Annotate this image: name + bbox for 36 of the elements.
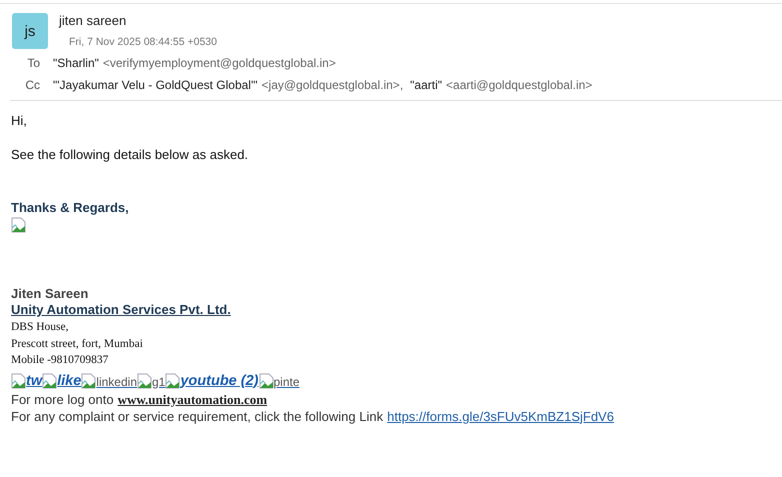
broken-image-icon [81, 372, 96, 388]
website-link[interactable]: www.unityautomation.com [118, 390, 268, 408]
address-line: Mobile -9810709837 [11, 353, 110, 368]
broken-image-icon [11, 372, 26, 388]
recipient-name: "aarti" [410, 78, 442, 92]
broken-image-icon [258, 372, 274, 388]
closing-text: Thanks & Regards, [11, 200, 130, 215]
recipient-address: <aarti@goldquestglobal.in> [446, 78, 592, 92]
avatar: js [12, 13, 48, 49]
social-link[interactable]: like [42, 372, 82, 388]
broken-image-icon [11, 217, 26, 233]
broken-image-icon [137, 372, 152, 388]
address-line: Prescott street, fort, Mumbai [11, 336, 144, 352]
recipient-name: "'Jayakumar Velu - GoldQuest Global'" [53, 78, 258, 92]
signature-name: Jiten Sareen [11, 286, 90, 301]
field-label: To [26, 56, 41, 70]
recipient-address: <jay@goldquestglobal.in>, [262, 78, 404, 92]
field-label: Cc [24, 78, 41, 92]
website-text: For more log onto [11, 390, 114, 408]
form-link[interactable]: https://forms.gle/3sFUv5KmBZ1SjFdV6 [387, 408, 614, 424]
company-name: Unity Automation Services Pvt. Ltd. [11, 302, 232, 317]
address-line: DBS House, [11, 320, 70, 335]
message: See the following details below as asked. [11, 147, 250, 162]
date: Fri, 7 Nov 2025 08:44:55 +0530 [69, 36, 217, 48]
complaint-text: For any complaint or service requirement, click the following Link [11, 408, 384, 424]
social-link[interactable]: g1 [137, 372, 166, 388]
broken-image-icon [165, 372, 180, 388]
recipient-address: <verifymyemployment@goldquestglobal.in> [102, 56, 336, 70]
social-link[interactable]: youtube (2) [165, 372, 258, 388]
social-link[interactable]: tw [11, 372, 42, 388]
sender-name: jiten sareen [59, 13, 128, 28]
broken-image-icon [42, 372, 58, 388]
greeting: Hi, [11, 113, 28, 128]
social-link[interactable]: pinte [258, 372, 300, 388]
recipient-name: "Sharlin" [53, 56, 99, 70]
social-link[interactable]: linkedin [81, 372, 137, 388]
